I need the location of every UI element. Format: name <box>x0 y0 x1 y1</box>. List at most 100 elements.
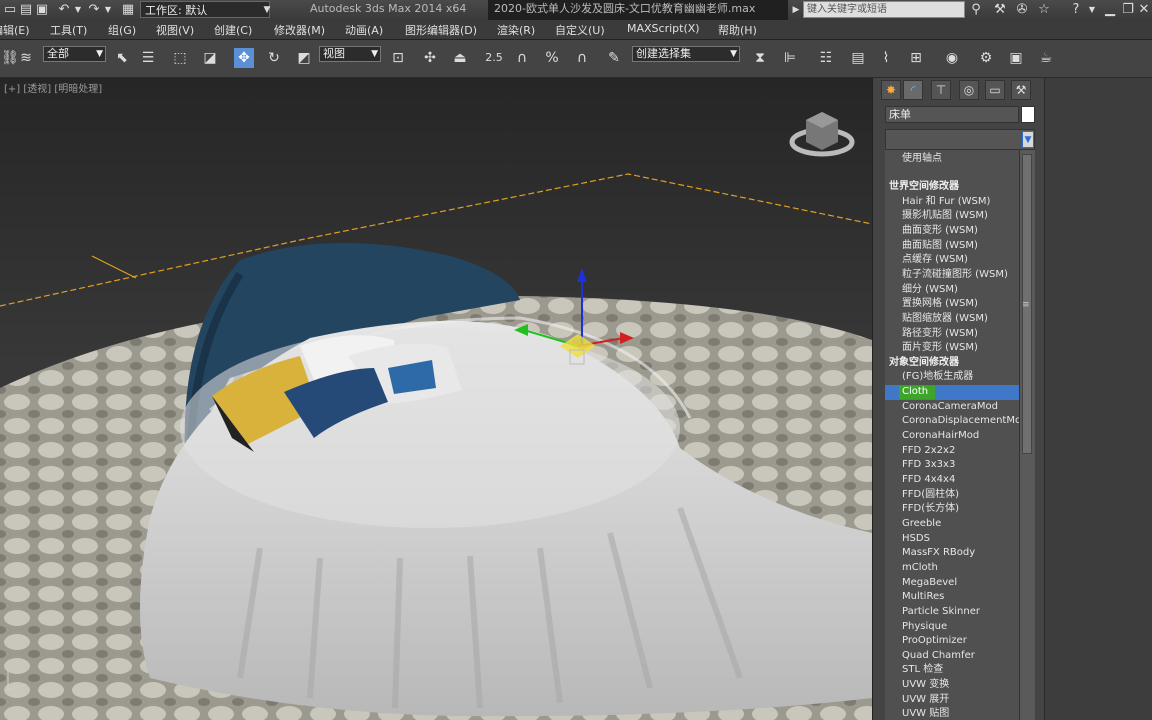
modifier-item[interactable]: STL 检查 <box>885 663 1019 678</box>
spinner-snap-icon[interactable]: ∩ <box>572 48 592 68</box>
help-icon[interactable]: ? <box>1068 2 1084 18</box>
close-icon[interactable]: ✕ <box>1136 2 1152 18</box>
pivot-center-icon[interactable]: ⊡ <box>388 48 408 68</box>
modifier-item[interactable]: FFD(圆柱体) <box>885 488 1019 503</box>
modifier-item[interactable]: Hair 和 Fur (WSM) <box>885 195 1019 210</box>
select-move-icon[interactable]: ✥ <box>234 48 254 68</box>
menu-customize[interactable]: 自定义(U) <box>555 22 605 38</box>
modifier-item[interactable]: FFD(长方体) <box>885 502 1019 517</box>
chevron-down-icon[interactable]: ▼ <box>259 2 275 18</box>
redo-dropdown-icon[interactable]: ▼ <box>100 2 116 18</box>
modifier-item[interactable]: HSDS <box>885 532 1019 547</box>
undo-dropdown-icon[interactable]: ▼ <box>70 2 86 18</box>
modifier-item[interactable]: 路径变形 (WSM) <box>885 327 1019 342</box>
render-setup-icon[interactable]: ⚙ <box>976 48 996 68</box>
menu-rendering[interactable]: 渲染(R) <box>497 22 535 38</box>
modifier-item[interactable]: Greeble <box>885 517 1019 532</box>
modifier-item[interactable]: 摄影机贴图 (WSM) <box>885 209 1019 224</box>
select-rotate-icon[interactable]: ↻ <box>264 48 284 68</box>
menu-modifiers[interactable]: 修改器(M) <box>274 22 325 38</box>
minimize-icon[interactable]: ▁ <box>1102 2 1118 18</box>
modifier-item[interactable]: 点缓存 (WSM) <box>885 253 1019 268</box>
selection-filter-dropdown[interactable]: 全部 ▼ <box>43 46 106 62</box>
menu-view[interactable]: 视图(V) <box>156 22 194 38</box>
modifier-item[interactable]: UVW 变换 <box>885 678 1019 693</box>
modifier-item[interactable]: 贴图缩放器 (WSM) <box>885 312 1019 327</box>
tab-utilities[interactable]: ⚒ <box>1011 80 1031 100</box>
modifier-item[interactable]: 细分 (WSM) <box>885 283 1019 298</box>
modifier-item[interactable]: (FG)地板生成器 <box>885 370 1019 385</box>
modifier-item[interactable]: UVW 展开 <box>885 693 1019 708</box>
select-object-icon[interactable]: ⬉ <box>112 48 132 68</box>
modifier-item[interactable]: 曲面贴图 (WSM) <box>885 239 1019 254</box>
curve-editor-icon[interactable]: ⌇ <box>876 48 896 68</box>
mirror-icon[interactable]: ⧗ <box>750 48 770 68</box>
modifier-item-selected[interactable]: Cloth <box>885 385 1019 401</box>
modifier-item[interactable]: Quad Chamfer <box>885 649 1019 664</box>
viewport-label[interactable]: [+] [透视] [明暗处理] <box>4 80 102 95</box>
modifier-list-scrollbar[interactable]: ≡ <box>1019 150 1035 720</box>
favorites-star-icon[interactable]: ☆ <box>1036 2 1052 18</box>
menu-help[interactable]: 帮助(H) <box>718 22 757 38</box>
modifier-item[interactable]: FFD 4x4x4 <box>885 473 1019 488</box>
object-name-field[interactable]: 床单 <box>885 106 1019 123</box>
modifier-item[interactable]: FFD 3x3x3 <box>885 458 1019 473</box>
menu-group[interactable]: 组(G) <box>108 22 136 38</box>
menu-maxscript[interactable]: MAXScript(X) <box>627 22 700 35</box>
subscription-icon[interactable]: ⚒ <box>992 2 1008 18</box>
modifier-item[interactable]: ProOptimizer <box>885 634 1019 649</box>
named-selection-dropdown[interactable]: 创建选择集 ▼ <box>632 46 740 62</box>
chevron-down-icon[interactable]: ▼ <box>1022 131 1034 148</box>
open-file-icon[interactable]: ▤ <box>18 2 34 18</box>
restore-icon[interactable]: ❐ <box>1120 2 1136 18</box>
perspective-viewport[interactable]: [+] [透视] [明暗处理] <box>0 78 872 720</box>
project-folder-icon[interactable]: ▦ <box>120 2 136 18</box>
menu-animation[interactable]: 动画(A) <box>345 22 383 38</box>
select-region-icon[interactable]: ⬚ <box>170 48 190 68</box>
toggle-ribbon-icon[interactable]: ▤ <box>848 48 868 68</box>
select-by-name-icon[interactable]: ☰ <box>138 48 158 68</box>
workspace-dropdown[interactable]: 工作区: 默认 <box>140 1 270 18</box>
angle-snap-icon[interactable]: ∩ <box>512 48 532 68</box>
modifier-item[interactable]: mCloth <box>885 561 1019 576</box>
material-editor-icon[interactable]: ◉ <box>942 48 962 68</box>
window-crossing-icon[interactable]: ◪ <box>200 48 220 68</box>
modifier-item[interactable]: MassFX RBody <box>885 546 1019 561</box>
modifier-item[interactable]: 曲面变形 (WSM) <box>885 224 1019 239</box>
new-file-icon[interactable]: ▭ <box>2 2 18 18</box>
menu-create[interactable]: 创建(C) <box>214 22 252 38</box>
menu-edit[interactable]: 编辑(E) <box>0 22 30 38</box>
align-icon[interactable]: ⊫ <box>780 48 800 68</box>
tab-modify[interactable]: ◜ <box>903 80 923 100</box>
tab-display[interactable]: ▭ <box>985 80 1005 100</box>
object-color-swatch[interactable] <box>1021 106 1035 123</box>
modifier-item[interactable]: 面片变形 (WSM) <box>885 341 1019 356</box>
reference-coordinate-dropdown[interactable]: 视图 ▼ <box>319 46 381 62</box>
play-icon[interactable]: ▶ <box>788 2 804 18</box>
modifier-item[interactable]: CoronaDisplacementMod <box>885 414 1019 429</box>
modifier-item[interactable]: CoronaHairMod <box>885 429 1019 444</box>
snaps-toggle-icon[interactable]: 2.5 <box>484 48 504 68</box>
modifier-item[interactable]: MegaBevel <box>885 576 1019 591</box>
percent-snap-icon[interactable]: % <box>542 48 562 68</box>
help-dropdown-icon[interactable]: ▼ <box>1084 2 1100 18</box>
bind-space-warp-icon[interactable]: ≋ <box>16 48 36 68</box>
menu-graph-editors[interactable]: 图形编辑器(D) <box>405 22 477 38</box>
save-icon[interactable]: ▣ <box>34 2 50 18</box>
search-input[interactable]: 键入关键字或短语 <box>803 1 965 18</box>
keyboard-shortcut-override-icon[interactable]: ⏏ <box>450 48 470 68</box>
modifier-item[interactable]: Particle Skinner <box>885 605 1019 620</box>
layer-explorer-icon[interactable]: ☷ <box>816 48 836 68</box>
tab-motion[interactable]: ◎ <box>959 80 979 100</box>
modifier-list-dropdown[interactable]: ▼ <box>885 129 1035 150</box>
rendered-frame-window-icon[interactable]: ▣ <box>1006 48 1026 68</box>
modifier-item[interactable]: FFD 2x2x2 <box>885 444 1019 459</box>
render-production-icon[interactable]: ☕ <box>1036 48 1056 68</box>
schematic-view-icon[interactable]: ⊞ <box>906 48 926 68</box>
select-manipulate-icon[interactable]: ✣ <box>420 48 440 68</box>
modifier-item[interactable]: 粒子流碰撞图形 (WSM) <box>885 268 1019 283</box>
select-scale-icon[interactable]: ◩ <box>294 48 314 68</box>
edit-named-selection-icon[interactable]: ✎ <box>604 48 624 68</box>
use-pivot-points-option[interactable]: 使用轴点 <box>885 152 1019 167</box>
tab-hierarchy[interactable]: ⊤ <box>931 80 951 100</box>
